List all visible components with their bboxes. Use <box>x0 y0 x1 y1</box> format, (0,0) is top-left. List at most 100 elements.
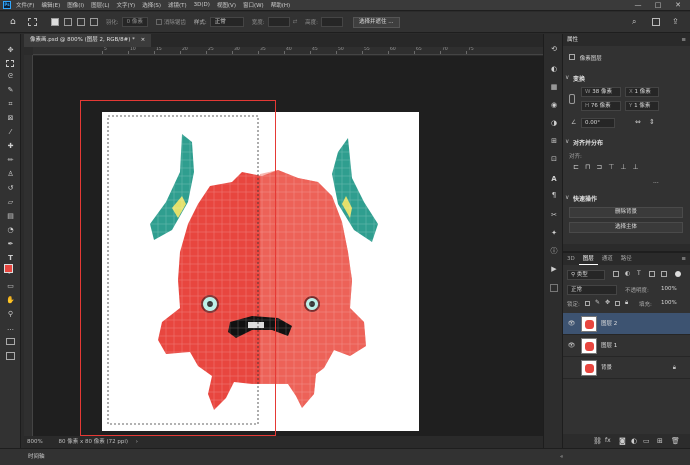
flip-horizontal-icon[interactable]: ⇔ <box>635 118 641 126</box>
select-and-mask-button[interactable]: 选择并遮住 ... <box>353 16 400 28</box>
filter-smart-icon[interactable] <box>661 271 667 277</box>
brush-settings-icon[interactable]: ✦ <box>549 228 559 238</box>
antialias-checkbox[interactable] <box>155 19 162 25</box>
foreground-color-swatch[interactable] <box>4 264 13 273</box>
layer-name[interactable]: 图层 2 <box>601 313 617 335</box>
horizontal-ruler[interactable]: 5 10 15 20 25 30 35 40 45 50 55 60 65 70 75 <box>33 47 543 55</box>
tab-layers[interactable]: 图层 <box>578 253 598 265</box>
character-panel-icon[interactable]: A <box>549 174 559 184</box>
history-panel-icon[interactable]: ⟲ <box>549 44 559 54</box>
subtract-selection-icon[interactable] <box>76 18 85 26</box>
menu-file[interactable]: 文件(F) <box>16 1 34 9</box>
align-bottom-icon[interactable]: ⊥ <box>632 163 644 171</box>
share-icon[interactable]: ⇪ <box>672 17 679 26</box>
minimize-button[interactable]: — <box>628 0 648 11</box>
new-adjustment-icon[interactable]: ◐ <box>631 434 637 448</box>
properties-tab[interactable]: 属性 <box>567 37 578 43</box>
zoom-tool-icon[interactable]: ⚲ <box>6 310 15 319</box>
layer-row-layer2[interactable]: 👁︎ 图层 2 <box>563 313 690 335</box>
paragraph-panel-icon[interactable]: ¶ <box>549 190 559 200</box>
fx-icon[interactable]: fx <box>605 434 611 448</box>
lock-transparent-icon[interactable] <box>585 301 590 306</box>
close-window-button[interactable]: ✕ <box>668 0 688 11</box>
visibility-empty-icon[interactable] <box>567 363 576 372</box>
menu-image[interactable]: 图像(I) <box>67 1 84 9</box>
remove-background-button[interactable]: 删除背景 <box>569 207 683 218</box>
panel-menu-icon[interactable]: ≡ <box>681 34 686 46</box>
filter-shape-icon[interactable] <box>649 271 655 277</box>
y-field[interactable]: Y 1 像素 <box>625 101 659 111</box>
timeline-tab[interactable]: 时间轴 <box>28 454 45 460</box>
link-layers-icon[interactable]: ⛓︎ <box>593 434 602 448</box>
quick-actions-title[interactable]: 快速操作 <box>565 194 597 203</box>
home-icon[interactable]: ⌂ <box>10 17 16 27</box>
align-more-button[interactable]: ... <box>653 178 659 185</box>
menu-filter[interactable]: 滤镜(T) <box>168 1 187 9</box>
tool-presets-icon[interactable]: ✂ <box>549 210 559 220</box>
gradients-panel-icon[interactable]: ◉ <box>549 100 559 110</box>
layer-row-background[interactable]: 背景 🔒︎ <box>563 357 690 379</box>
width-input[interactable] <box>267 17 290 27</box>
add-selection-icon[interactable] <box>63 18 72 26</box>
workspace-icon[interactable] <box>652 18 660 26</box>
filter-type-icon[interactable]: T <box>637 270 641 277</box>
rectangle-tool-icon[interactable]: ▭ <box>6 282 15 291</box>
dodge-tool-icon[interactable]: ◔ <box>6 226 15 235</box>
more-tools-icon[interactable]: … <box>6 324 15 333</box>
swatches-panel-icon[interactable]: ▦ <box>549 82 559 92</box>
history-brush-tool-icon[interactable]: ↺ <box>6 184 15 193</box>
menu-type[interactable]: 文字(Y) <box>117 1 136 9</box>
layers-panel-menu-icon[interactable]: ≡ <box>681 253 686 265</box>
opacity-value[interactable]: 100% <box>661 286 677 292</box>
eraser-tool-icon[interactable]: ▱ <box>6 198 15 207</box>
align-section-title[interactable]: 对齐并分布 <box>565 138 603 147</box>
layer-filter-select[interactable]: ⚲ 类型 <box>567 270 605 280</box>
menu-view[interactable]: 视图(V) <box>217 1 236 9</box>
brush-tool-icon[interactable]: ✏ <box>6 156 15 165</box>
angle-field[interactable]: 0.00° <box>581 118 615 128</box>
menu-layer[interactable]: 图层(L) <box>91 1 109 9</box>
lock-pixels-icon[interactable]: ✎ <box>595 299 600 306</box>
quick-select-tool-icon[interactable]: ✎ <box>6 86 15 95</box>
frame-tool-icon[interactable]: ⊠ <box>6 114 15 123</box>
adjustments-panel-icon[interactable]: ◑ <box>549 118 559 128</box>
flip-vertical-icon[interactable]: ⇕ <box>649 118 655 126</box>
layer-row-layer1[interactable]: 👁︎ 图层 1 <box>563 335 690 357</box>
visibility-eye-icon[interactable]: 👁︎ <box>567 341 576 350</box>
new-group-icon[interactable]: ▭ <box>643 434 650 448</box>
link-dimensions-icon[interactable] <box>569 94 575 104</box>
navigator-panel-icon[interactable]: ⊡ <box>549 154 559 164</box>
actions-panel-icon[interactable]: ▶ <box>549 264 559 274</box>
canvas-area[interactable] <box>33 56 543 436</box>
blend-mode-select[interactable]: 正常 <box>567 285 617 295</box>
crop-tool-icon[interactable]: ⌗ <box>6 100 15 109</box>
info-panel-icon[interactable]: ⓘ <box>549 246 559 256</box>
libraries-panel-icon[interactable]: ⊞ <box>549 136 559 146</box>
search-icon[interactable]: ⌕ <box>632 17 636 27</box>
align-top-icon[interactable]: ⊤ <box>608 163 620 171</box>
tab-channels[interactable]: 通道 <box>598 253 617 265</box>
tab-paths[interactable]: 路径 <box>617 253 636 265</box>
delete-layer-icon[interactable]: 🗑︎ <box>671 434 680 448</box>
eyedropper-tool-icon[interactable]: ⁄ <box>6 128 15 137</box>
select-subject-button[interactable]: 选择主体 <box>569 222 683 233</box>
lasso-tool-icon[interactable]: ᘓ <box>6 72 15 81</box>
add-mask-icon[interactable]: ◙ <box>619 434 626 448</box>
new-selection-icon[interactable] <box>50 18 59 26</box>
status-menu-arrow[interactable]: › <box>136 439 138 445</box>
document-tab-close-icon[interactable]: × <box>141 37 146 43</box>
height-input[interactable] <box>321 17 344 27</box>
feather-input[interactable]: 0 像素 <box>121 17 148 27</box>
color-panel-icon[interactable]: ◐ <box>549 64 559 74</box>
visibility-eye-icon[interactable]: 👁︎ <box>567 319 576 328</box>
transform-section-title[interactable]: 变换 <box>565 74 585 83</box>
x-field[interactable]: X 1 像素 <box>625 87 659 97</box>
new-layer-icon[interactable]: ⊞ <box>657 434 663 448</box>
lock-position-icon[interactable]: ✥ <box>605 299 610 306</box>
menu-help[interactable]: 帮助(H) <box>271 1 290 9</box>
zoom-level[interactable]: 800% <box>27 439 43 445</box>
filter-adjust-icon[interactable]: ◐ <box>625 270 630 277</box>
screen-mode-icon[interactable] <box>6 352 15 360</box>
marquee-tool-preset-icon[interactable] <box>27 18 37 26</box>
filter-toggle-icon[interactable] <box>675 271 681 277</box>
